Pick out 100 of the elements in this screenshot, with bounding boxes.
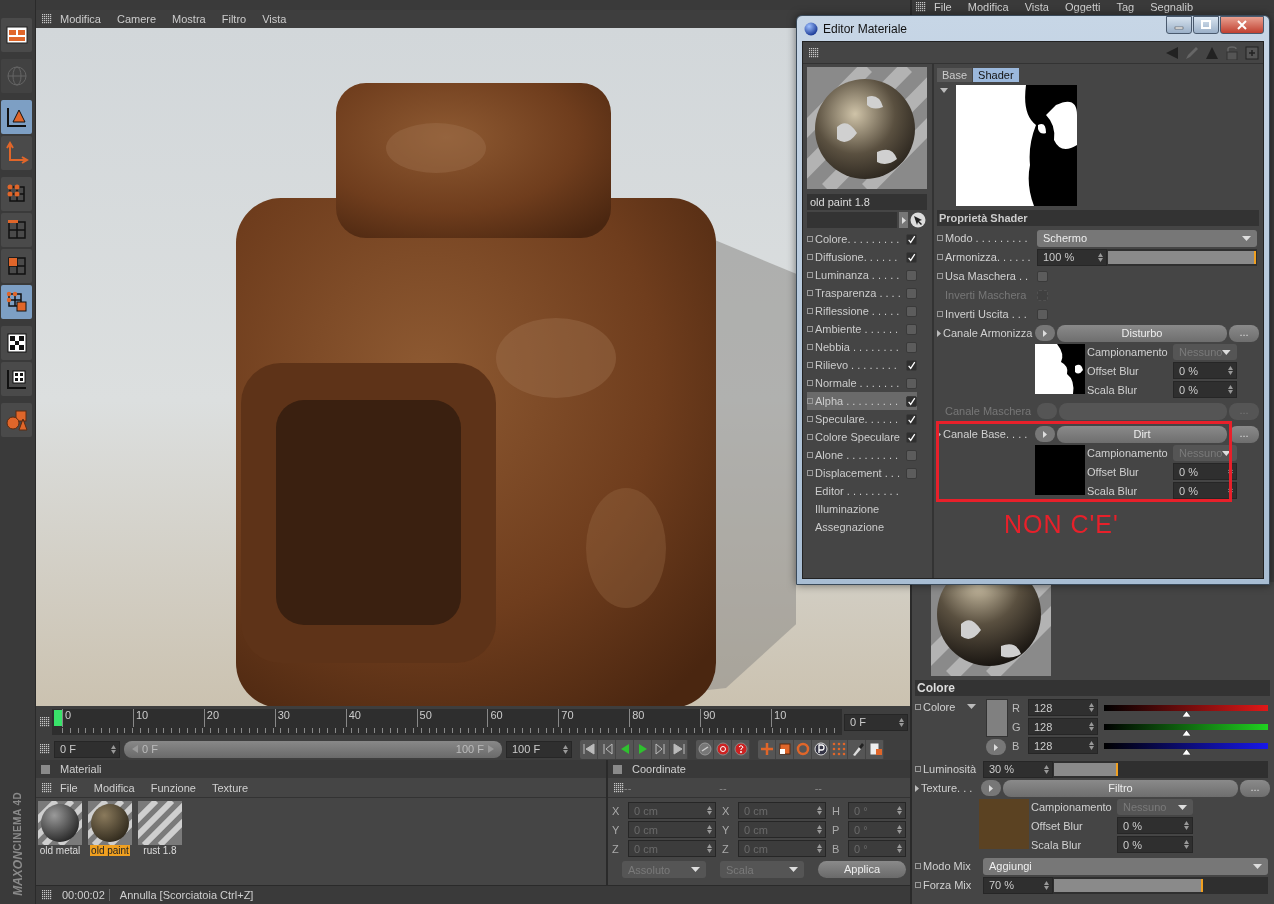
channel-item[interactable]: Displacement . . . — [807, 464, 917, 482]
number-field[interactable]: 0 % — [1117, 817, 1193, 834]
number-field[interactable]: 0 % — [1173, 463, 1237, 480]
menu-item[interactable]: Modifica — [52, 13, 109, 25]
channel-item[interactable]: Diffusione. . . . . . — [807, 248, 917, 266]
checkbox[interactable] — [906, 467, 917, 479]
number-field[interactable]: 0 F — [54, 740, 120, 758]
menu-item[interactable]: Texture — [203, 781, 257, 794]
minimize-button[interactable] — [1166, 16, 1192, 34]
material-item[interactable]: old paint — [88, 801, 132, 856]
transport-button[interactable] — [776, 739, 794, 759]
arrow-button[interactable] — [1035, 325, 1055, 341]
name-field[interactable]: old paint 1.8 — [807, 194, 927, 210]
menu-item[interactable]: Camere — [108, 13, 165, 25]
menu-item[interactable]: Modifica — [959, 0, 1017, 13]
arrow-button[interactable] — [899, 212, 908, 228]
channel-item[interactable]: Riflessione . . . . . — [807, 302, 917, 320]
panel-toggle[interactable] — [613, 764, 622, 774]
checkbox[interactable] — [906, 287, 917, 299]
number-field[interactable]: 0 % — [1173, 381, 1237, 398]
channel-item[interactable]: Alpha . . . . . . . . . — [807, 392, 917, 410]
menu-item[interactable]: File — [926, 0, 960, 13]
channel-item[interactable]: Nebbia . . . . . . . . — [807, 338, 917, 356]
transport-button[interactable] — [732, 739, 750, 759]
channel-item[interactable]: Trasparenza . . . . — [807, 284, 917, 302]
menu-item[interactable]: Oggetti — [1056, 0, 1109, 13]
slider-thumb[interactable] — [1182, 729, 1191, 736]
menu-item[interactable]: File — [52, 781, 86, 794]
checkbox[interactable] — [906, 269, 917, 281]
slider-thumb[interactable] — [1182, 710, 1191, 717]
channel-item[interactable]: Alone . . . . . . . . . — [807, 446, 917, 464]
page-item[interactable]: Editor . . . . . . . . . — [807, 482, 917, 500]
transport-button[interactable] — [696, 739, 714, 759]
number-field[interactable]: 0 % — [1173, 482, 1237, 499]
checkbox[interactable] — [906, 377, 917, 389]
channel-item[interactable]: Ambiente . . . . . . — [807, 320, 917, 338]
shader-button[interactable]: Filtro — [1003, 779, 1238, 797]
checkbox[interactable] — [906, 413, 917, 425]
timeline-ruler[interactable]: 0 10 20 30 40 50 60 70 80 90 10 — [52, 709, 842, 735]
page-item[interactable]: Illuminazione — [807, 500, 917, 518]
channel-item[interactable]: Rilievo . . . . . . . . — [807, 356, 917, 374]
transport-button[interactable] — [670, 739, 688, 759]
tool-button[interactable] — [1, 100, 32, 134]
menu-item[interactable]: Mostra — [164, 13, 214, 25]
color-swatch[interactable] — [986, 699, 1008, 737]
more-button[interactable]: ... — [1229, 324, 1259, 342]
material-item[interactable]: old metal — [38, 801, 82, 856]
transport-button[interactable] — [714, 739, 732, 759]
transport-button[interactable] — [812, 739, 830, 759]
checkbox[interactable] — [906, 233, 917, 245]
number-field[interactable]: 100 % — [1037, 248, 1107, 266]
arrow-button[interactable] — [981, 780, 1001, 796]
transport-button[interactable] — [580, 739, 598, 759]
slider-thumb[interactable] — [1182, 748, 1191, 755]
dropdown[interactable]: Schermo — [1037, 229, 1257, 247]
tool-button[interactable] — [1, 362, 32, 396]
menu-item[interactable]: Funzione — [142, 781, 204, 794]
menu-item[interactable]: Vista — [254, 13, 295, 25]
checkbox[interactable] — [906, 251, 917, 263]
menu-item[interactable]: Filtro — [213, 13, 255, 25]
menu-item[interactable]: Tag — [1108, 0, 1143, 13]
number-field[interactable]: 0 F — [844, 713, 908, 731]
number-field[interactable]: 128 — [1028, 718, 1098, 735]
menu-item[interactable]: Segnalib — [1142, 0, 1201, 13]
tab[interactable]: Shader — [973, 68, 1019, 82]
checkbox[interactable] — [906, 359, 917, 371]
maximize-button[interactable] — [1193, 16, 1219, 34]
checkbox[interactable] — [906, 323, 917, 335]
number-field[interactable]: 30 % — [983, 760, 1053, 778]
number-field[interactable]: 0 % — [1117, 836, 1193, 853]
tool-button[interactable] — [1, 326, 32, 360]
panel-toggle[interactable] — [41, 764, 50, 774]
shader-button[interactable]: Disturbo — [1057, 324, 1227, 342]
menu-item[interactable]: Vista — [1016, 0, 1057, 13]
checkbox[interactable] — [906, 395, 917, 407]
checkbox[interactable] — [1037, 308, 1048, 320]
checkbox[interactable] — [906, 341, 917, 353]
close-button[interactable] — [1220, 16, 1264, 34]
checkbox[interactable] — [1037, 270, 1048, 282]
page-item[interactable]: Assegnazione — [807, 518, 917, 536]
channel-item[interactable]: Colore Speculare — [807, 428, 917, 446]
checkbox[interactable] — [906, 431, 917, 443]
channel-item[interactable]: Speculare. . . . . . — [807, 410, 917, 428]
number-field[interactable]: 100 F — [506, 740, 572, 758]
tool-button[interactable] — [1, 18, 32, 52]
arrow-button[interactable] — [1035, 426, 1055, 442]
number-field[interactable]: 70 % — [983, 876, 1053, 894]
number-field[interactable]: 0 % — [1173, 362, 1237, 379]
checkbox[interactable] — [906, 305, 917, 317]
tab[interactable]: Base — [937, 68, 973, 82]
channel-item[interactable]: Luminanza . . . . . — [807, 266, 917, 284]
menu-item[interactable]: Modifica — [85, 781, 143, 794]
checkbox[interactable] — [906, 449, 917, 461]
material-item[interactable]: rust 1.8 — [138, 801, 182, 856]
channel-item[interactable]: Colore. . . . . . . . . — [807, 230, 917, 248]
more-button[interactable]: ... — [1240, 779, 1270, 797]
number-field[interactable]: 128 — [1028, 737, 1098, 754]
dropdown[interactable]: Aggiungi — [983, 857, 1268, 875]
arrow-button[interactable] — [986, 739, 1006, 755]
channel-item[interactable]: Normale . . . . . . . — [807, 374, 917, 392]
